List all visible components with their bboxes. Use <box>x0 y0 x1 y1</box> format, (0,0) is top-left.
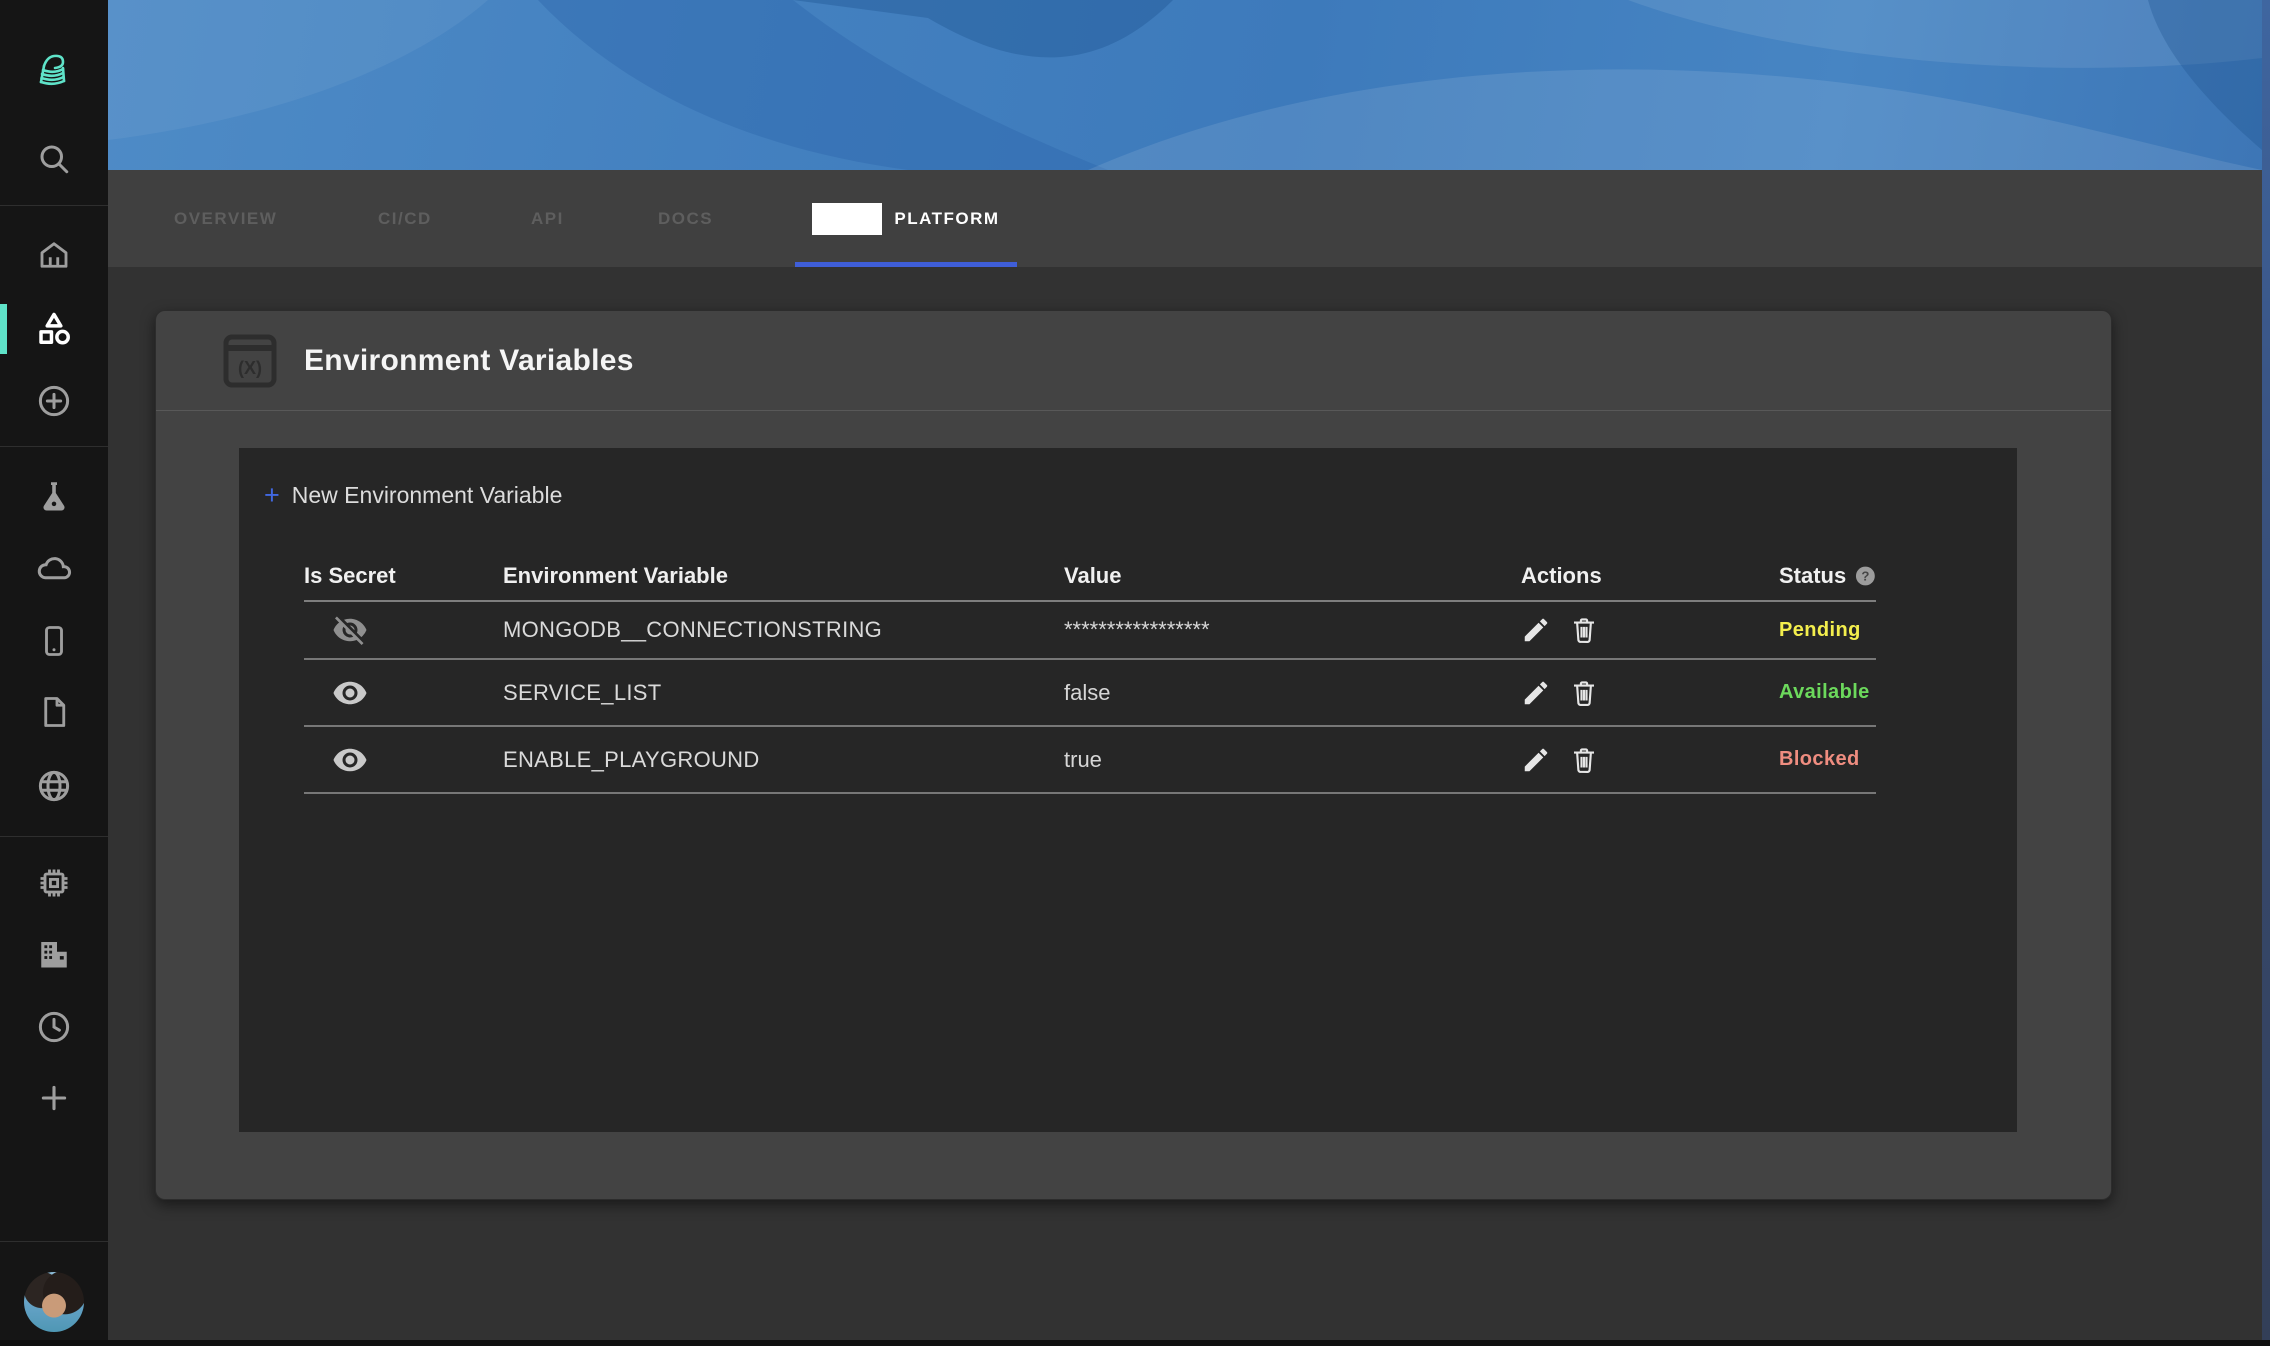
delete-button[interactable] <box>1569 615 1599 645</box>
variable-name: SERVICE_LIST <box>503 680 1064 706</box>
scrollbar[interactable] <box>2262 0 2270 1346</box>
hero-banner <box>108 0 2262 170</box>
sidebar-divider <box>0 1241 108 1242</box>
plus-icon <box>37 1081 71 1115</box>
status-badge: Blocked <box>1779 748 1876 771</box>
sidebar-item-add[interactable] <box>0 373 108 429</box>
chip-icon <box>36 865 72 901</box>
building-icon <box>36 936 72 972</box>
variables-panel: + New Environment Variable Is Secret Env… <box>239 448 2017 1132</box>
platform-tab-badge <box>812 203 882 235</box>
add-circle-icon <box>35 382 73 420</box>
environment-variables-card: (X) Environment Variables + New Environm… <box>155 310 2112 1200</box>
app-screen: OVERVIEW CI/CD API DOCS PLATFORM (X) Env… <box>0 0 2270 1346</box>
shapes-icon <box>35 310 73 348</box>
card-header: (X) Environment Variables <box>156 311 2111 411</box>
globe-icon <box>35 767 73 805</box>
edit-button[interactable] <box>1521 678 1551 708</box>
secret-toggle[interactable] <box>304 675 503 711</box>
page-title: Environment Variables <box>304 344 634 378</box>
visibility-off-icon <box>332 612 368 648</box>
new-environment-variable-button[interactable]: + New Environment Variable <box>264 482 562 509</box>
sidebar-item-document[interactable] <box>0 684 108 740</box>
col-header-value: Value <box>1064 563 1521 589</box>
stacked-layers-logo-icon <box>31 47 77 93</box>
col-header-actions: Actions <box>1521 563 1779 589</box>
sidebar-item-search[interactable] <box>0 131 108 187</box>
bottom-edge-bar <box>0 1340 2270 1346</box>
tab-platform[interactable]: PLATFORM <box>795 170 1017 267</box>
document-icon <box>36 694 72 730</box>
env-variables-icon: (X) <box>222 333 278 389</box>
user-avatar[interactable] <box>24 1272 84 1332</box>
sidebar-divider <box>0 446 108 447</box>
tab-bar: OVERVIEW CI/CD API DOCS PLATFORM <box>108 170 2262 267</box>
tab-overview[interactable]: OVERVIEW <box>174 170 277 267</box>
visibility-icon <box>332 742 368 778</box>
delete-button[interactable] <box>1569 745 1599 775</box>
home-icon <box>36 237 72 273</box>
cloud-icon <box>35 550 73 588</box>
delete-button[interactable] <box>1569 678 1599 708</box>
lab-flask-icon <box>36 479 72 515</box>
search-icon <box>36 141 72 177</box>
main-content: (X) Environment Variables + New Environm… <box>108 267 2262 1340</box>
pencil-icon <box>1521 678 1551 708</box>
sidebar-item-experiments[interactable] <box>0 469 108 525</box>
sidebar-item-cloud[interactable] <box>0 541 108 597</box>
table-row: MONGODB__CONNECTIONSTRING **************… <box>304 602 1876 660</box>
tab-cicd[interactable]: CI/CD <box>378 170 432 267</box>
sidebar-item-organization[interactable] <box>0 926 108 982</box>
variable-name: ENABLE_PLAYGROUND <box>503 747 1064 773</box>
edit-button[interactable] <box>1521 745 1551 775</box>
variable-value: true <box>1064 747 1521 773</box>
sidebar-divider <box>0 836 108 837</box>
app-logo[interactable] <box>0 42 108 98</box>
pencil-icon <box>1521 745 1551 775</box>
secret-toggle[interactable] <box>304 742 503 778</box>
row-actions <box>1521 615 1779 645</box>
visibility-icon <box>332 675 368 711</box>
variable-value: false <box>1064 680 1521 706</box>
sidebar-item-history[interactable] <box>0 999 108 1055</box>
trash-icon <box>1569 678 1599 708</box>
sidebar-item-add-new[interactable] <box>0 1070 108 1126</box>
col-header-variable: Environment Variable <box>503 563 1064 589</box>
tab-api[interactable]: API <box>531 170 564 267</box>
variable-value: ***************** <box>1064 617 1521 643</box>
clock-icon <box>35 1008 73 1046</box>
mobile-icon <box>36 623 72 659</box>
banner-waves-graphic <box>108 0 2262 170</box>
trash-icon <box>1569 745 1599 775</box>
sidebar <box>0 0 108 1346</box>
col-header-status: Status ? <box>1779 563 1876 589</box>
svg-text:?: ? <box>1862 569 1870 584</box>
row-actions <box>1521 745 1779 775</box>
table-row: SERVICE_LIST false <box>304 660 1876 727</box>
edit-button[interactable] <box>1521 615 1551 645</box>
tab-docs[interactable]: DOCS <box>658 170 713 267</box>
trash-icon <box>1569 615 1599 645</box>
sidebar-divider <box>0 205 108 206</box>
sidebar-item-chip[interactable] <box>0 855 108 911</box>
plus-icon: + <box>264 482 280 509</box>
row-actions <box>1521 678 1779 708</box>
secret-toggle[interactable] <box>304 612 503 648</box>
table-header-row: Is Secret Environment Variable Value Act… <box>304 552 1876 602</box>
pencil-icon <box>1521 615 1551 645</box>
sidebar-item-mobile[interactable] <box>0 613 108 669</box>
table-row: ENABLE_PLAYGROUND true <box>304 727 1876 794</box>
status-badge: Available <box>1779 681 1876 704</box>
variable-name: MONGODB__CONNECTIONSTRING <box>503 617 1064 643</box>
status-badge: Pending <box>1779 619 1876 642</box>
question-circle-icon[interactable]: ? <box>1855 565 1876 587</box>
sidebar-item-globe[interactable] <box>0 758 108 814</box>
env-variables-table: Is Secret Environment Variable Value Act… <box>304 552 1876 794</box>
svg-text:(X): (X) <box>238 358 262 378</box>
sidebar-item-shapes[interactable] <box>0 301 108 357</box>
sidebar-item-home[interactable] <box>0 227 108 283</box>
col-header-is-secret: Is Secret <box>304 563 503 589</box>
